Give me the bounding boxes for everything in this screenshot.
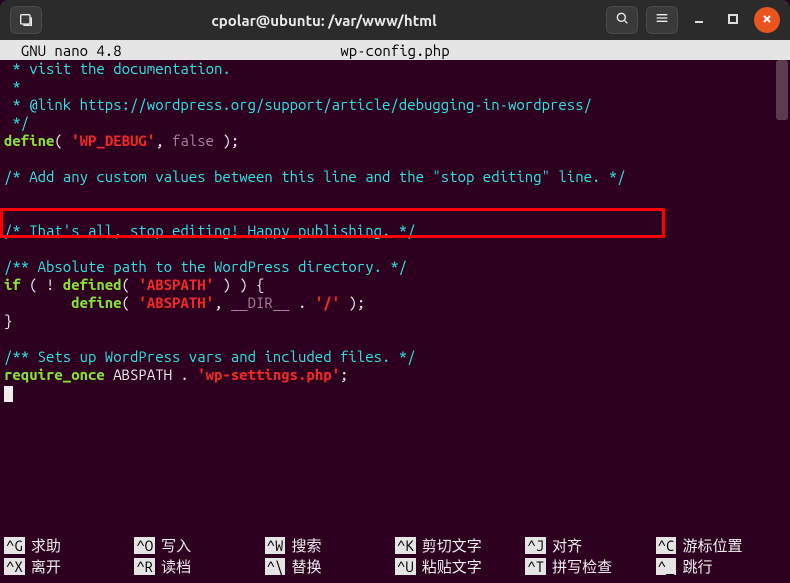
help-item[interactable]: ^O 写入 — [134, 535, 264, 556]
minimize-button[interactable] — [686, 7, 712, 33]
terminal-window: cpolar@ubuntu: /var/www/html — [0, 0, 790, 583]
nano-helpbar: ^G 求助 ^O 写入 ^W 搜索 ^K 剪切文字 ^J 对齐 ^C 游标位置 ^X 离开 ^… — [0, 533, 790, 583]
helpbar-row-2: ^X 离开 ^R 读档 ^\ 替换 ^U 粘贴文字 ^T 拼写检查 ^_ 跳行 — [4, 556, 786, 577]
shortcut-key: ^K — [395, 537, 416, 554]
search-button[interactable] — [606, 6, 638, 34]
shortcut-key: ^R — [134, 558, 155, 575]
code-text — [4, 294, 71, 311]
help-item[interactable]: ^K 剪切文字 — [395, 535, 525, 556]
shortcut-label: 剪切文字 — [422, 535, 482, 556]
code-text: '/' — [315, 294, 340, 311]
help-item[interactable]: ^R 读档 — [134, 556, 264, 577]
code-text: /* Add any custom values between this li… — [4, 168, 626, 185]
window-title: cpolar@ubuntu: /var/www/html — [211, 12, 436, 29]
new-tab-button[interactable] — [10, 6, 42, 34]
code-text: 'wp-settings.php' — [197, 366, 340, 383]
shortcut-key: ^G — [4, 537, 25, 554]
helpbar-row-1: ^G 求助 ^O 写入 ^W 搜索 ^K 剪切文字 ^J 对齐 ^C 游标位置 — [4, 535, 786, 556]
nano-filename: wp-config.php — [0, 42, 790, 59]
code-text: __DIR__ — [231, 294, 290, 311]
hamburger-icon — [654, 10, 670, 30]
code-text: ( — [122, 294, 139, 311]
code-text: /** Sets up WordPress vars and included … — [4, 348, 416, 365]
code-text: /** Absolute path to the WordPress direc… — [4, 258, 407, 275]
shortcut-key: ^\ — [265, 558, 286, 575]
help-item[interactable]: ^W 搜索 — [265, 535, 395, 556]
shortcut-label: 游标位置 — [682, 535, 742, 556]
shortcut-label: 对齐 — [552, 535, 582, 556]
code-text: * — [4, 96, 29, 113]
help-item[interactable]: ^C 游标位置 — [656, 535, 786, 556]
code-text: ( ! — [21, 276, 63, 293]
code-text: ) ) { — [214, 276, 264, 293]
shortcut-label: 离开 — [31, 556, 61, 577]
code-text: */ — [4, 114, 29, 131]
shortcut-key: ^C — [656, 537, 677, 554]
menu-button[interactable] — [646, 6, 678, 34]
shortcut-label: 粘贴文字 — [422, 556, 482, 577]
maximize-icon — [727, 11, 739, 29]
shortcut-key: ^O — [134, 537, 155, 554]
code-text: . — [290, 294, 315, 311]
code-text: /* That's all, stop editing! Happy publi… — [4, 222, 416, 239]
titlebar: cpolar@ubuntu: /var/www/html — [0, 0, 790, 40]
editor-area[interactable]: * visit the documentation. * * @link htt… — [0, 60, 790, 533]
code-text: } — [4, 312, 12, 329]
nano-header: GNU nano 4.8 wp-config.php — [0, 40, 790, 60]
help-item[interactable]: ^G 求助 — [4, 535, 134, 556]
help-item[interactable]: ^J 对齐 — [525, 535, 655, 556]
code-text: if — [4, 276, 21, 293]
shortcut-label: 替换 — [291, 556, 321, 577]
code-text: 'ABSPATH' — [138, 294, 214, 311]
shortcut-label: 拼写检查 — [552, 556, 612, 577]
code-text: ); — [214, 132, 239, 149]
minimize-icon — [693, 11, 705, 29]
close-button[interactable] — [754, 7, 780, 33]
shortcut-label: 求助 — [31, 535, 61, 556]
maximize-button[interactable] — [720, 7, 746, 33]
code-text: @link https://wordpress.org/support/arti… — [29, 96, 592, 113]
shortcut-label: 跳行 — [682, 556, 712, 577]
help-item[interactable]: ^T 拼写检查 — [525, 556, 655, 577]
code-text: defined — [63, 276, 122, 293]
shortcut-key: ^U — [395, 558, 416, 575]
code-text: ); — [340, 294, 365, 311]
shortcut-label: 读档 — [161, 556, 191, 577]
code-text: * visit the documentation. — [4, 60, 231, 77]
scrollbar-thumb[interactable] — [776, 60, 788, 120]
shortcut-label: 搜索 — [291, 535, 321, 556]
shortcut-key: ^T — [525, 558, 546, 575]
close-icon — [761, 11, 773, 29]
shortcut-key: ^W — [265, 537, 286, 554]
shortcut-key: ^J — [525, 537, 546, 554]
code-text: define — [71, 294, 121, 311]
code-text: 'WP_DEBUG' — [71, 132, 155, 149]
help-item[interactable]: ^U 粘贴文字 — [395, 556, 525, 577]
code-text: require_once — [4, 366, 105, 383]
code-text: false — [172, 132, 214, 149]
code-text: define — [4, 132, 54, 149]
code-text: ; — [340, 366, 348, 383]
code-text: 'ABSPATH' — [138, 276, 214, 293]
code-text: , — [155, 132, 172, 149]
code-text: ( — [54, 132, 71, 149]
code-text: , — [214, 294, 231, 311]
help-item[interactable]: ^_ 跳行 — [656, 556, 786, 577]
search-icon — [614, 10, 630, 30]
help-item[interactable]: ^X 离开 — [4, 556, 134, 577]
shortcut-key: ^X — [4, 558, 25, 575]
cursor — [4, 386, 13, 402]
code-text: ABSPATH . — [105, 366, 197, 383]
help-item[interactable]: ^\ 替换 — [265, 556, 395, 577]
shortcut-label: 写入 — [161, 535, 191, 556]
code-text: * — [4, 78, 21, 95]
shortcut-key: ^_ — [656, 558, 677, 575]
code-text: ( — [122, 276, 139, 293]
